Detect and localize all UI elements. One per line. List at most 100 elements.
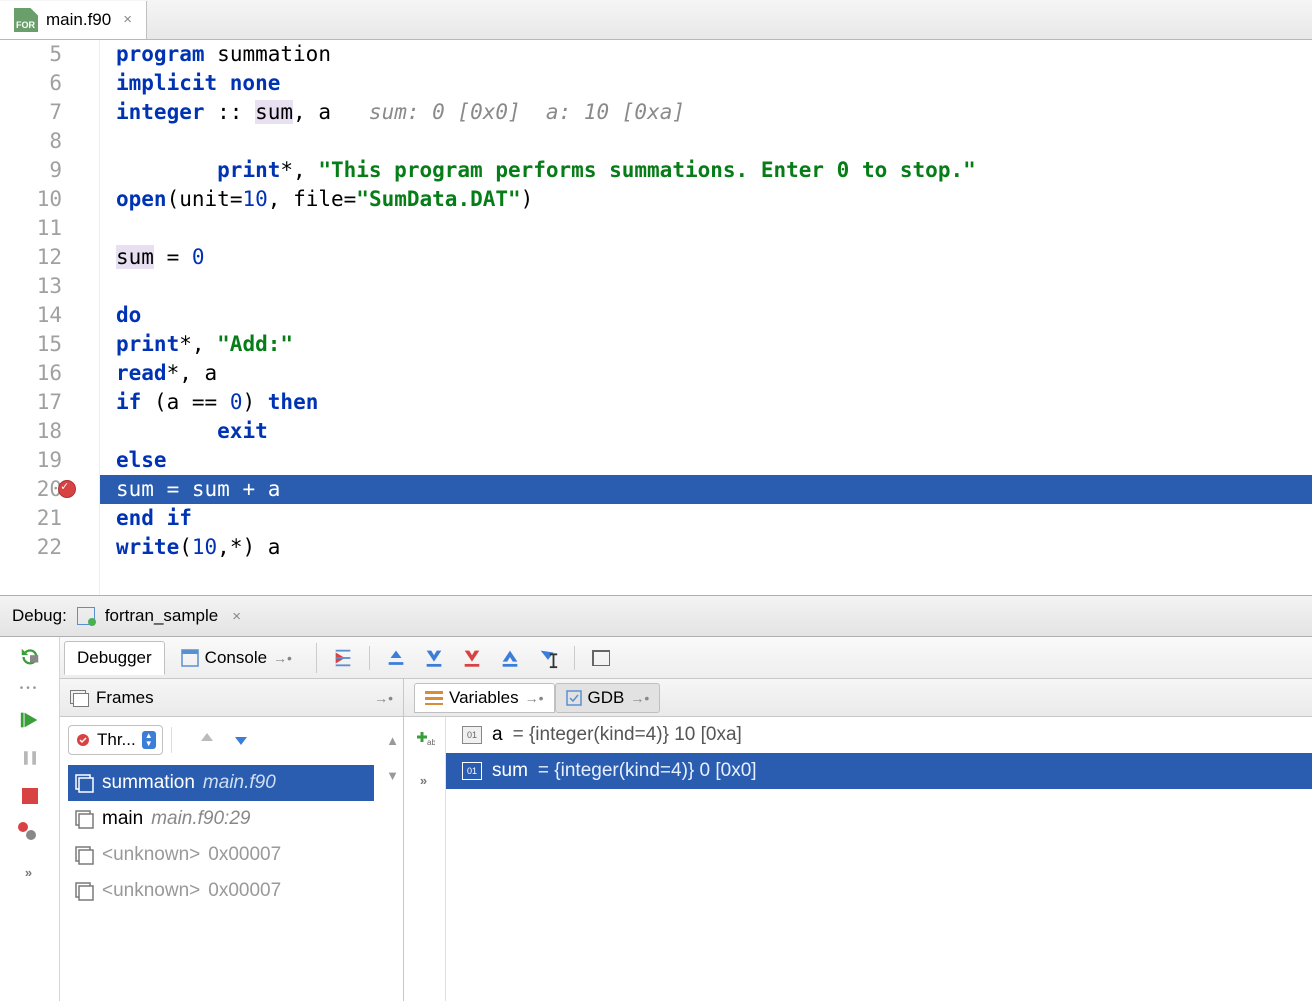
frame-icon	[74, 881, 94, 901]
fortran-file-icon: FOR	[14, 8, 38, 32]
variable-row[interactable]: 01sum= {integer(kind=4)} 0 [0x0]	[446, 753, 1312, 789]
line-number[interactable]: 20	[0, 475, 62, 504]
line-number[interactable]: 10	[0, 185, 62, 214]
line-number[interactable]: 15	[0, 330, 62, 359]
code-line[interactable]: program summation	[100, 40, 1312, 69]
more-button[interactable]: »	[18, 860, 42, 884]
debugger-tabs: Debugger Console →•	[60, 637, 1312, 679]
line-number[interactable]: 22	[0, 533, 62, 562]
variables-panel: Variables →• GDB →•	[404, 679, 1312, 1001]
code-line[interactable]: sum = sum + a	[100, 475, 1312, 504]
pin-icon: →•	[525, 690, 544, 706]
scroll-up-icon[interactable]: ▲	[386, 733, 399, 748]
debug-panel: ••• » Debugger Console →•	[0, 637, 1312, 1001]
debug-left-toolbar: ••• »	[0, 637, 60, 1001]
frames-title: Frames	[96, 688, 154, 708]
scroll-down-icon[interactable]: ▼	[386, 768, 399, 783]
run-to-cursor-button[interactable]	[532, 645, 564, 671]
line-number[interactable]: 11	[0, 214, 62, 243]
code-line[interactable]: do	[100, 301, 1312, 330]
line-number[interactable]: 14	[0, 301, 62, 330]
frame-icon	[74, 809, 94, 829]
code-line[interactable]	[100, 127, 1312, 156]
view-breakpoints-button[interactable]	[18, 822, 42, 846]
code-line[interactable]: exit	[100, 417, 1312, 446]
code-line[interactable]: sum = 0	[100, 243, 1312, 272]
tab-filename: main.f90	[46, 10, 111, 30]
frames-scrollbar[interactable]: ▲ ▼	[382, 717, 403, 1001]
line-number[interactable]: 9	[0, 156, 62, 185]
frame-down-button[interactable]	[232, 730, 250, 751]
line-number[interactable]: 17	[0, 388, 62, 417]
frames-panel: Frames →• Thr... ▲▼	[60, 679, 404, 1001]
code-line[interactable]: implicit none	[100, 69, 1312, 98]
step-over-button[interactable]	[380, 645, 412, 671]
step-out-button[interactable]	[494, 645, 526, 671]
variable-name: sum	[492, 760, 528, 782]
line-number[interactable]: 13	[0, 272, 62, 301]
run-config-icon	[77, 607, 95, 625]
thread-selector[interactable]: Thr... ▲▼	[68, 725, 163, 755]
code-line[interactable]: print*, "This program performs summation…	[100, 156, 1312, 185]
tab-gdb[interactable]: GDB →•	[555, 683, 661, 713]
show-execution-point-button[interactable]	[327, 645, 359, 671]
variable-row[interactable]: 01a= {integer(kind=4)} 10 [0xa]	[446, 717, 1312, 753]
type-icon: 01	[462, 726, 482, 744]
code-line[interactable]: open(unit=10, file="SumData.DAT")	[100, 185, 1312, 214]
separator-dots: •••	[20, 683, 40, 694]
stack-frame[interactable]: <unknown>0x00007	[68, 873, 374, 909]
line-number[interactable]: 8	[0, 127, 62, 156]
line-number[interactable]: 12	[0, 243, 62, 272]
stack-frame[interactable]: <unknown>0x00007	[68, 837, 374, 873]
code-line[interactable]: else	[100, 446, 1312, 475]
code-line[interactable]: read*, a	[100, 359, 1312, 388]
type-icon: 01	[462, 762, 482, 780]
editor-tab-main[interactable]: FOR main.f90 ×	[0, 1, 147, 39]
frame-icon	[74, 773, 94, 793]
resume-button[interactable]	[18, 708, 42, 732]
stack-frame[interactable]: mainmain.f90:29	[68, 801, 374, 837]
tab-debugger[interactable]: Debugger	[64, 641, 165, 675]
pin-icon[interactable]: →•	[374, 690, 393, 706]
tab-console[interactable]: Console →•	[169, 642, 304, 674]
tab-variables[interactable]: Variables →•	[414, 683, 555, 713]
evaluate-expression-button[interactable]	[585, 645, 617, 671]
stack-frame[interactable]: summationmain.f90	[68, 765, 374, 801]
line-number[interactable]: 16	[0, 359, 62, 388]
close-icon[interactable]: ×	[123, 11, 132, 28]
line-number[interactable]: 5	[0, 40, 62, 69]
pause-button[interactable]	[18, 746, 42, 770]
line-number[interactable]: 6	[0, 69, 62, 98]
code-line[interactable]: if (a == 0) then	[100, 388, 1312, 417]
code-line[interactable]: write(10,*) a	[100, 533, 1312, 562]
code-line[interactable]: integer :: sum, a sum: 0 [0x0] a: 10 [0x…	[100, 98, 1312, 127]
tab-console-label: Console	[205, 648, 267, 668]
svg-text:ab: ab	[427, 738, 435, 747]
code-line[interactable]: print*, "Add:"	[100, 330, 1312, 359]
step-into-button[interactable]	[418, 645, 450, 671]
new-watch-button[interactable]: ab	[415, 727, 435, 750]
code-editor[interactable]: 5678910111213141516171819202122 program …	[0, 40, 1312, 595]
code-line[interactable]	[100, 214, 1312, 243]
variable-name: a	[492, 724, 503, 746]
force-step-into-button[interactable]	[456, 645, 488, 671]
line-number[interactable]: 7	[0, 98, 62, 127]
variables-toolbar: ab »	[404, 717, 446, 1001]
more-button[interactable]: »	[413, 768, 437, 792]
code-line[interactable]	[100, 272, 1312, 301]
code-area[interactable]: program summationimplicit noneinteger ::…	[100, 40, 1312, 595]
frames-icon	[70, 690, 88, 706]
frame-up-button[interactable]	[198, 730, 216, 751]
code-line[interactable]: end if	[100, 504, 1312, 533]
console-icon	[181, 649, 199, 667]
stop-button[interactable]	[18, 784, 42, 808]
close-icon[interactable]: ×	[232, 608, 241, 625]
step-toolbar	[316, 643, 617, 673]
rerun-button[interactable]	[18, 645, 42, 669]
line-number[interactable]: 21	[0, 504, 62, 533]
gutter: 5678910111213141516171819202122	[0, 40, 100, 595]
breakpoint-icon[interactable]	[58, 480, 76, 498]
line-number[interactable]: 19	[0, 446, 62, 475]
line-number[interactable]: 18	[0, 417, 62, 446]
variables-list[interactable]: 01a= {integer(kind=4)} 10 [0xa]01sum= {i…	[446, 717, 1312, 1001]
